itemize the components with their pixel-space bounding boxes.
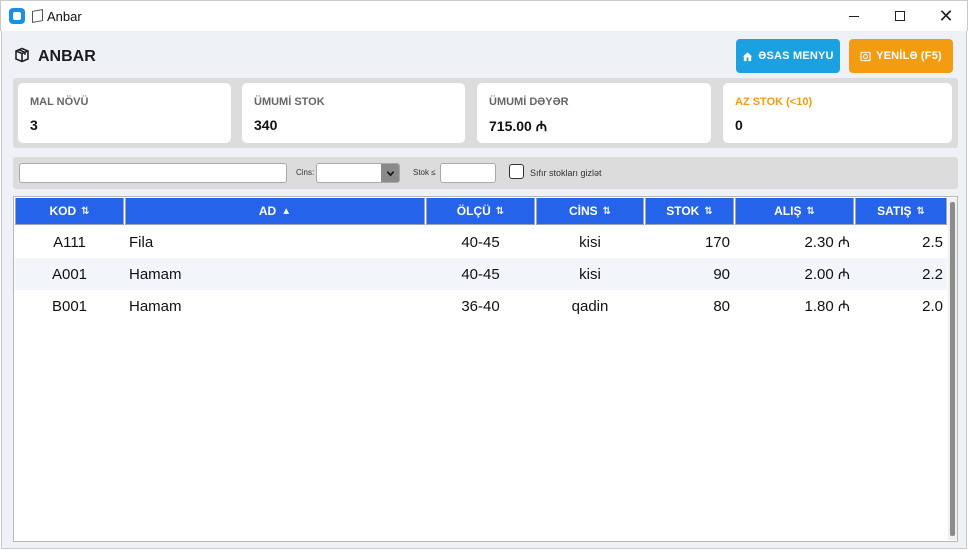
column-header-label: STOK (666, 204, 700, 218)
card-label: MAL NÖVÜ (30, 96, 89, 108)
column-header-olcu[interactable]: ÖLÇÜ ⇅ (426, 198, 535, 225)
refresh-button[interactable]: YENİLƏ (F5) (849, 39, 953, 73)
cell-olcu: 40-45 (461, 265, 500, 283)
cell-kod: A111 (53, 233, 86, 251)
table-body: A111 Fila 40-45 kisi 170 2.30 ₼ 2.5 A001… (15, 226, 947, 322)
refresh-icon (860, 51, 871, 61)
column-header-kod[interactable]: KOD ⇅ (15, 198, 124, 225)
column-header-alis[interactable]: ALIŞ ⇅ (735, 198, 854, 225)
cell-cins: kisi (579, 265, 601, 283)
hide-zero-checkbox[interactable] (509, 164, 524, 179)
sort-icon: ⇅ (704, 205, 713, 217)
card-label: ÜMUMİ STOK (254, 96, 325, 108)
cell-alis: 2.00 ₼ (804, 266, 850, 283)
column-header-satis[interactable]: SATIŞ ⇅ (855, 198, 947, 225)
minimize-icon (849, 15, 859, 17)
cell-ad: Fila (129, 233, 154, 251)
gender-filter-label: Cins: (296, 168, 315, 177)
home-icon (743, 51, 753, 61)
card-label: AZ STOK (<10) (735, 96, 813, 108)
app-icon (9, 8, 25, 24)
column-header-label: SATIŞ (877, 204, 912, 218)
scrollbar-thumb[interactable] (950, 202, 955, 536)
cell-olcu: 36-40 (461, 297, 500, 315)
sort-icon: ⇅ (81, 205, 90, 217)
cell-alis: 1.80 ₼ (804, 298, 850, 315)
summary-cards: MAL NÖVÜ 3 ÜMUMİ STOK 340 ÜMUMİ DƏYƏR 71… (13, 78, 958, 148)
hide-zero-label[interactable]: Sıfır stokları gizlət (530, 168, 602, 178)
cell-cins: kisi (579, 233, 601, 251)
card-total-value: ÜMUMİ DƏYƏR 715.00 ₼ (477, 83, 711, 143)
column-header-cins[interactable]: CİNS ⇅ (536, 198, 644, 225)
sort-ascending-icon: ▲ (281, 205, 292, 217)
gender-select[interactable] (316, 163, 400, 183)
vertical-scrollbar[interactable] (948, 198, 957, 540)
page-title: ANBAR (38, 48, 96, 65)
close-button[interactable]: ✕ (923, 1, 968, 31)
main-content: ANBAR ƏSAS MENYU YENİLƏ (F5) MAL NÖVÜ 3 … (1, 31, 967, 549)
card-low-stock: AZ STOK (<10) 0 (723, 83, 952, 143)
table-row[interactable]: B001 Hamam 36-40 qadin 80 1.80 ₼ 2.0 (15, 290, 947, 322)
card-value: 715.00 ₼ (489, 118, 548, 134)
inventory-table: KOD ⇅ AD ▲ ÖLÇÜ ⇅ CİNS ⇅ STOK ⇅ ALIŞ ⇅ SATIŞ ⇅ … (13, 196, 958, 542)
close-icon: ✕ (938, 5, 954, 26)
column-header-label: AD (258, 204, 277, 218)
main-menu-label: ƏSAS MENYU (758, 50, 834, 62)
minimize-button[interactable] (831, 1, 877, 31)
card-product-types: MAL NÖVÜ 3 (18, 83, 231, 143)
card-total-stock: ÜMUMİ STOK 340 (242, 83, 465, 143)
column-header-label: ÖLÇÜ (456, 204, 491, 218)
sort-icon: ⇅ (916, 205, 925, 217)
column-header-ad[interactable]: AD ▲ (125, 198, 425, 225)
sort-icon: ⇅ (602, 205, 612, 217)
refresh-label: YENİLƏ (F5) (876, 50, 942, 62)
cell-satis: 2.0 (922, 297, 943, 315)
cell-alis: 2.30 ₼ (804, 234, 850, 251)
title-bar: Anbar ✕ (0, 0, 968, 31)
column-header-label: KOD (49, 204, 77, 218)
cell-ad: Hamam (129, 265, 182, 283)
table-row[interactable]: A111 Fila 40-45 kisi 170 2.30 ₼ 2.5 (15, 226, 947, 258)
card-value: 340 (254, 117, 278, 133)
stock-filter-input[interactable] (440, 163, 496, 183)
cell-satis: 2.5 (922, 233, 943, 251)
sort-icon: ⇅ (495, 205, 505, 217)
card-label: ÜMUMİ DƏYƏR (489, 96, 569, 108)
sort-icon: ⇅ (806, 205, 815, 217)
cell-kod: B001 (51, 297, 88, 315)
stock-filter-label: Stok ≤ (413, 168, 436, 177)
box-icon (32, 9, 43, 23)
chevron-down-icon[interactable] (381, 164, 399, 182)
maximize-button[interactable] (877, 1, 923, 31)
cell-cins: qadin (571, 297, 609, 315)
table-header: KOD ⇅ AD ▲ ÖLÇÜ ⇅ CİNS ⇅ STOK ⇅ ALIŞ ⇅ SATIŞ ⇅ (15, 198, 947, 225)
cell-stok: 80 (713, 297, 730, 315)
table-row[interactable]: A001 Hamam 40-45 kisi 90 2.00 ₼ 2.2 (15, 258, 947, 290)
card-value: 3 (30, 117, 38, 133)
cell-satis: 2.2 (922, 265, 943, 283)
page-header: ANBAR ƏSAS MENYU YENİLƏ (F5) (2, 31, 966, 79)
cell-stok: 90 (713, 265, 730, 283)
column-header-stok[interactable]: STOK ⇅ (645, 198, 734, 225)
filter-bar: Cins: Stok ≤ Sıfır stokları gizlət (13, 157, 958, 189)
cell-stok: 170 (704, 233, 730, 251)
window-title: Anbar (47, 9, 82, 24)
box-icon (15, 47, 29, 63)
cell-olcu: 40-45 (461, 233, 500, 251)
main-menu-button[interactable]: ƏSAS MENYU (736, 39, 840, 73)
search-input[interactable] (19, 163, 287, 183)
column-header-label: CİNS (568, 204, 598, 218)
column-header-label: ALIŞ (774, 204, 802, 218)
maximize-icon (895, 11, 905, 21)
cell-kod: A001 (51, 265, 88, 283)
card-value: 0 (735, 117, 743, 133)
cell-ad: Hamam (129, 297, 182, 315)
